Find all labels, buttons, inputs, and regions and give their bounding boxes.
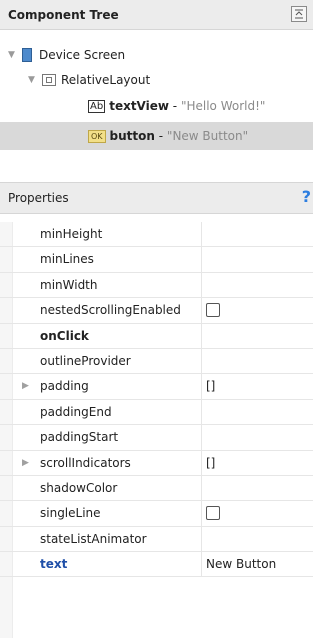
textview-icon: Ab xyxy=(88,99,106,113)
property-row-padding[interactable]: ▶ padding [] xyxy=(0,374,313,400)
property-name: text xyxy=(40,557,68,572)
column-divider xyxy=(201,374,202,399)
column-divider xyxy=(201,399,202,425)
column-divider xyxy=(201,348,202,374)
column-divider xyxy=(201,247,202,272)
tree-node-textview[interactable]: Ab textView - "Hello World!" xyxy=(88,95,265,117)
property-name: singleLine xyxy=(40,506,101,521)
property-row-paddingstart[interactable]: paddingStart xyxy=(0,425,313,451)
component-tree-header: Component Tree xyxy=(0,0,313,30)
property-row-scrollindicators[interactable]: ▶ scrollIndicators [] xyxy=(0,450,313,476)
property-row-outlineprovider[interactable]: outlineProvider xyxy=(0,348,313,375)
property-name: nestedScrollingEnabled xyxy=(40,303,181,318)
column-divider xyxy=(201,425,202,450)
column-divider xyxy=(201,222,202,247)
button-widget-icon: OK xyxy=(88,129,106,143)
tree-node-button[interactable]: OK button - "New Button" xyxy=(88,125,248,147)
property-name: padding xyxy=(40,379,89,394)
relative-layout-icon xyxy=(42,74,56,86)
column-divider xyxy=(201,552,202,577)
properties-title: Properties xyxy=(8,191,69,205)
property-row-onclick[interactable]: onClick xyxy=(0,323,313,349)
property-row-statelistanimator[interactable]: stateListAnimator xyxy=(0,526,313,553)
expand-arrow-icon[interactable]: ▶ xyxy=(22,458,29,468)
column-divider xyxy=(201,323,202,348)
device-screen-icon xyxy=(22,48,32,62)
column-divider xyxy=(201,526,202,552)
tree-node-name: textView xyxy=(109,99,169,113)
property-name: paddingStart xyxy=(40,430,119,445)
property-name: shadowColor xyxy=(40,480,118,495)
tree-node-relative-layout[interactable]: ▼ RelativeLayout xyxy=(28,69,150,91)
column-divider xyxy=(201,450,202,475)
property-name: stateListAnimator xyxy=(40,531,147,546)
collapse-all-icon[interactable] xyxy=(291,6,307,22)
property-value[interactable]: [] xyxy=(206,374,215,398)
property-row-text[interactable]: text New Button xyxy=(0,552,313,578)
property-row-singleline[interactable]: singleLine xyxy=(0,501,313,527)
tree-node-name: button xyxy=(109,129,155,143)
property-row-nestedscrollingenabled[interactable]: nestedScrollingEnabled xyxy=(0,298,313,324)
expand-arrow-icon[interactable]: ▶ xyxy=(22,381,29,391)
column-divider xyxy=(201,475,202,501)
property-row-minlines[interactable]: minLines xyxy=(0,247,313,273)
property-name: onClick xyxy=(40,328,89,343)
tree-node-separator: - xyxy=(168,99,181,113)
property-row-shadowcolor[interactable]: shadowColor xyxy=(0,475,313,502)
tree-node-label: Device Screen xyxy=(39,48,126,62)
property-name: minLines xyxy=(40,252,94,267)
property-name: minWidth xyxy=(40,277,98,292)
tree-node-value: "New Button" xyxy=(166,129,249,143)
property-name: paddingEnd xyxy=(40,404,112,419)
expand-arrow-icon[interactable]: ▼ xyxy=(8,50,22,60)
property-row-minwidth[interactable]: minWidth xyxy=(0,272,313,299)
tree-node-device-screen[interactable]: ▼ Device Screen xyxy=(8,44,125,66)
column-divider xyxy=(201,298,202,323)
properties-header: Properties ? xyxy=(0,182,313,214)
component-tree-title: Component Tree xyxy=(8,7,119,22)
property-value[interactable]: New Button xyxy=(206,552,276,576)
single-line-checkbox[interactable] xyxy=(206,506,220,521)
property-name: minHeight xyxy=(40,227,103,241)
nested-scrolling-checkbox[interactable] xyxy=(206,303,220,318)
property-row-paddingend[interactable]: paddingEnd xyxy=(0,399,313,426)
properties-table: minHeight minLines minWidth nestedScroll… xyxy=(0,222,313,578)
expand-arrow-icon[interactable]: ▼ xyxy=(28,75,42,85)
help-icon[interactable]: ? xyxy=(302,187,311,206)
column-divider xyxy=(201,272,202,298)
property-row-minheight[interactable]: minHeight xyxy=(0,222,313,248)
tree-node-value: "Hello World!" xyxy=(180,99,266,113)
tree-node-separator: - xyxy=(154,129,167,143)
property-value[interactable]: [] xyxy=(206,451,215,475)
property-name: outlineProvider xyxy=(40,353,131,368)
property-name: scrollIndicators xyxy=(40,455,131,470)
column-divider xyxy=(201,501,202,526)
tree-node-label: RelativeLayout xyxy=(61,73,151,87)
